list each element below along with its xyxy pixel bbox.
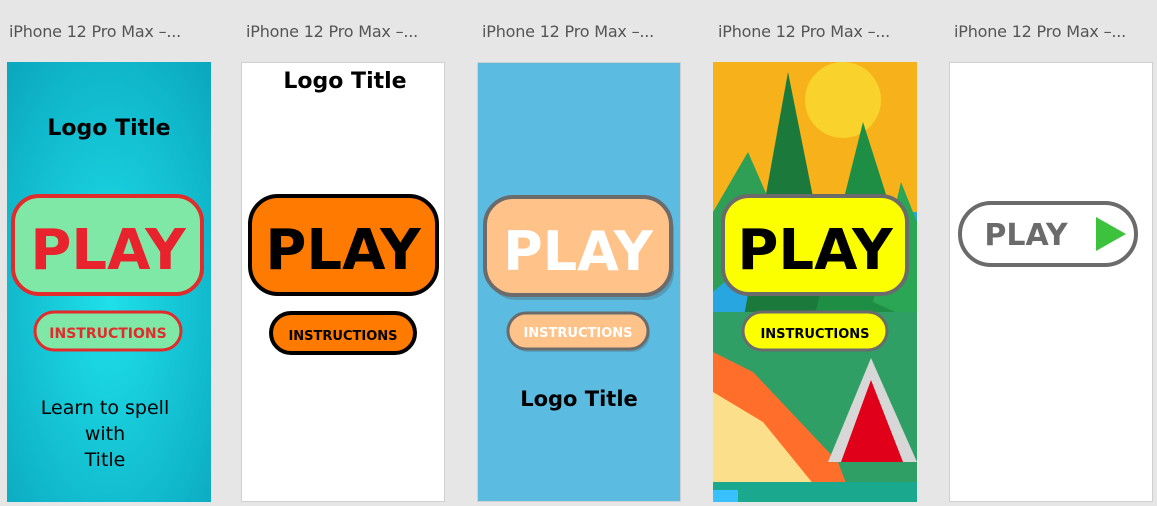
play-button[interactable]: PLAY bbox=[958, 201, 1138, 267]
artboard-2[interactable]: Logo Title PLAY INSTRUCTIONS bbox=[241, 62, 445, 502]
window-shape bbox=[713, 490, 738, 502]
play-button[interactable]: PLAY bbox=[248, 194, 439, 296]
sun-shape bbox=[805, 62, 881, 138]
play-label: PLAY bbox=[737, 218, 894, 283]
artboard-4[interactable]: PLAY INSTRUCTIONS bbox=[713, 62, 917, 502]
tagline-line-1: Learn to spell bbox=[41, 397, 169, 419]
play-label: PLAY bbox=[265, 218, 422, 283]
instructions-button[interactable]: INSTRUCTIONS bbox=[741, 310, 889, 352]
artboard-label-3[interactable]: iPhone 12 Pro Max –... bbox=[482, 22, 654, 41]
play-label: PLAY bbox=[984, 218, 1068, 253]
artboard-label-1[interactable]: iPhone 12 Pro Max –... bbox=[9, 22, 181, 41]
play-label: PLAY bbox=[30, 218, 187, 283]
instructions-label: INSTRUCTIONS bbox=[523, 326, 632, 341]
tagline-line-3: Title bbox=[84, 449, 126, 471]
play-button[interactable]: PLAY bbox=[483, 195, 674, 300]
instructions-button[interactable]: INSTRUCTIONS bbox=[33, 310, 183, 352]
play-button[interactable]: PLAY bbox=[11, 194, 204, 296]
play-label: PLAY bbox=[503, 220, 654, 283]
instructions-button[interactable]: INSTRUCTIONS bbox=[269, 311, 417, 355]
artboard-label-2[interactable]: iPhone 12 Pro Max –... bbox=[246, 22, 418, 41]
logo-title: Logo Title bbox=[47, 116, 170, 141]
logo-title: Logo Title bbox=[520, 387, 638, 411]
artboard-5[interactable]: PLAY bbox=[949, 62, 1153, 502]
instructions-button[interactable]: INSTRUCTIONS bbox=[506, 311, 650, 352]
play-button[interactable]: PLAY bbox=[721, 194, 909, 296]
artboard-label-4[interactable]: iPhone 12 Pro Max –... bbox=[718, 22, 890, 41]
water-strip bbox=[713, 482, 917, 502]
artboard-label-5[interactable]: iPhone 12 Pro Max –... bbox=[954, 22, 1126, 41]
tagline-line-2: with bbox=[85, 423, 125, 445]
instructions-label: INSTRUCTIONS bbox=[49, 326, 166, 342]
instructions-label: INSTRUCTIONS bbox=[288, 329, 397, 344]
artboard-1[interactable]: Logo Title PLAY INSTRUCTIONS Learn to sp… bbox=[7, 62, 211, 502]
artboard-3[interactable]: PLAY INSTRUCTIONS Logo Title bbox=[477, 62, 681, 502]
instructions-label: INSTRUCTIONS bbox=[760, 327, 869, 342]
logo-title: Logo Title bbox=[283, 69, 406, 94]
